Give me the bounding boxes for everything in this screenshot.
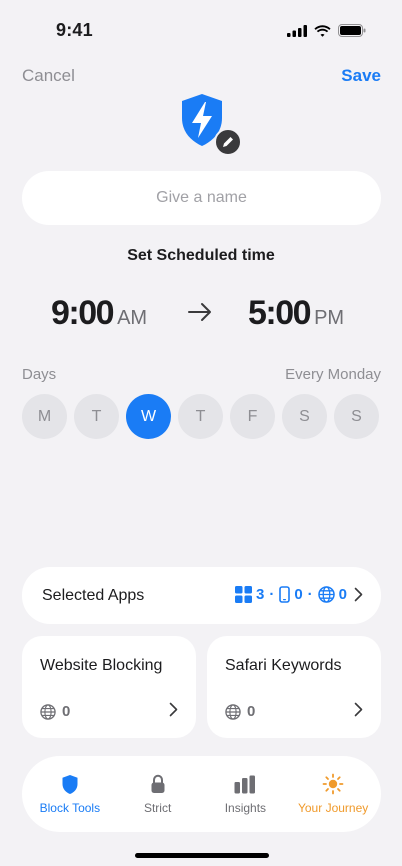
- day-toggle-sunday[interactable]: S: [334, 394, 379, 439]
- end-time-value: 5:00: [248, 294, 312, 332]
- separator-dot: ·: [307, 586, 313, 603]
- start-time-picker[interactable]: 9:00 AM: [51, 294, 147, 333]
- time-range: 9:00 AM 5:00 PM: [0, 294, 402, 344]
- safari-keywords-title: Safari Keywords: [225, 657, 342, 674]
- website-blocking-title: Website Blocking: [40, 657, 163, 674]
- pencil-icon: [223, 137, 233, 147]
- shield-icon: [62, 774, 78, 794]
- tab-your-journey[interactable]: Your Journey: [290, 773, 376, 815]
- section-title: Set Scheduled time: [127, 247, 275, 264]
- battery-icon: [338, 24, 366, 37]
- website-count-value: 0: [62, 703, 71, 720]
- tab-insights[interactable]: Insights: [202, 773, 288, 815]
- chevron-right-icon: [169, 702, 178, 717]
- tab-strict[interactable]: Strict: [115, 773, 201, 815]
- arrow-right-icon: [188, 303, 211, 321]
- website-blocking-count: 0: [40, 703, 70, 720]
- day-toggle-tuesday[interactable]: T: [74, 394, 119, 439]
- selected-apps-summary: 3 · 0 · 0: [234, 586, 363, 603]
- wifi-icon: [314, 24, 331, 37]
- edit-badge[interactable]: [214, 128, 242, 156]
- app-grid-icon: [234, 586, 252, 603]
- status-icons: [287, 24, 366, 37]
- globe-icon: [317, 586, 335, 603]
- start-time-period: AM: [117, 307, 148, 329]
- phone-icon: [279, 586, 291, 603]
- website-blocking-card[interactable]: Website Blocking 0: [22, 636, 196, 738]
- selected-apps-row[interactable]: Selected Apps 3 · 0 · 0: [22, 567, 381, 624]
- schedule-editor-screen: 9:41 Cancel Save Give a name Set Schedul…: [0, 0, 402, 866]
- sun-icon: [322, 773, 344, 795]
- web-count: 0: [338, 586, 347, 603]
- keywords-count-value: 0: [247, 703, 256, 720]
- tab-label: Strict: [143, 801, 172, 815]
- schedule-icon-picker[interactable]: [174, 92, 244, 156]
- schedule-name-input[interactable]: [22, 171, 381, 225]
- safari-keywords-count: 0: [225, 703, 255, 720]
- end-time-period: PM: [314, 307, 345, 329]
- tab-label: Your Journey: [297, 801, 369, 815]
- tab-label: Block Tools: [39, 801, 101, 815]
- cancel-button[interactable]: Cancel: [22, 66, 75, 86]
- cellular-signal-icon: [287, 24, 307, 37]
- status-time: 9:41: [56, 20, 93, 40]
- day-toggle-saturday[interactable]: S: [282, 394, 327, 439]
- tab-bar: Block Tools Strict Insights Your Journey: [22, 756, 381, 832]
- selected-apps-title: Selected Apps: [42, 587, 145, 604]
- day-toggle-thursday[interactable]: T: [178, 394, 223, 439]
- globe-icon: [40, 703, 56, 720]
- day-toggle-monday[interactable]: M: [22, 394, 67, 439]
- end-time-picker[interactable]: 5:00 PM: [248, 294, 344, 333]
- day-toggle-friday[interactable]: F: [230, 394, 275, 439]
- save-button[interactable]: Save: [341, 66, 381, 86]
- start-time-value: 9:00: [51, 294, 115, 332]
- apps-count: 3: [255, 586, 265, 603]
- globe-icon: [225, 703, 241, 720]
- status-bar: 9:41: [0, 0, 402, 60]
- day-toggle-wednesday[interactable]: W: [126, 394, 171, 439]
- lock-icon: [151, 774, 165, 793]
- tab-label: Insights: [224, 801, 267, 815]
- separator-dot: ·: [269, 586, 275, 603]
- chevron-right-icon: [354, 702, 363, 717]
- days-label: Days: [22, 366, 57, 383]
- day-selector: M T W T F S S: [22, 394, 379, 439]
- days-summary: Every Monday: [285, 366, 381, 383]
- devices-count: 0: [294, 586, 303, 603]
- safari-keywords-card[interactable]: Safari Keywords 0: [207, 636, 381, 738]
- chevron-right-icon: [354, 587, 363, 602]
- tab-block-tools[interactable]: Block Tools: [27, 773, 113, 815]
- bar-chart-icon: [234, 775, 256, 793]
- home-indicator: [135, 853, 269, 858]
